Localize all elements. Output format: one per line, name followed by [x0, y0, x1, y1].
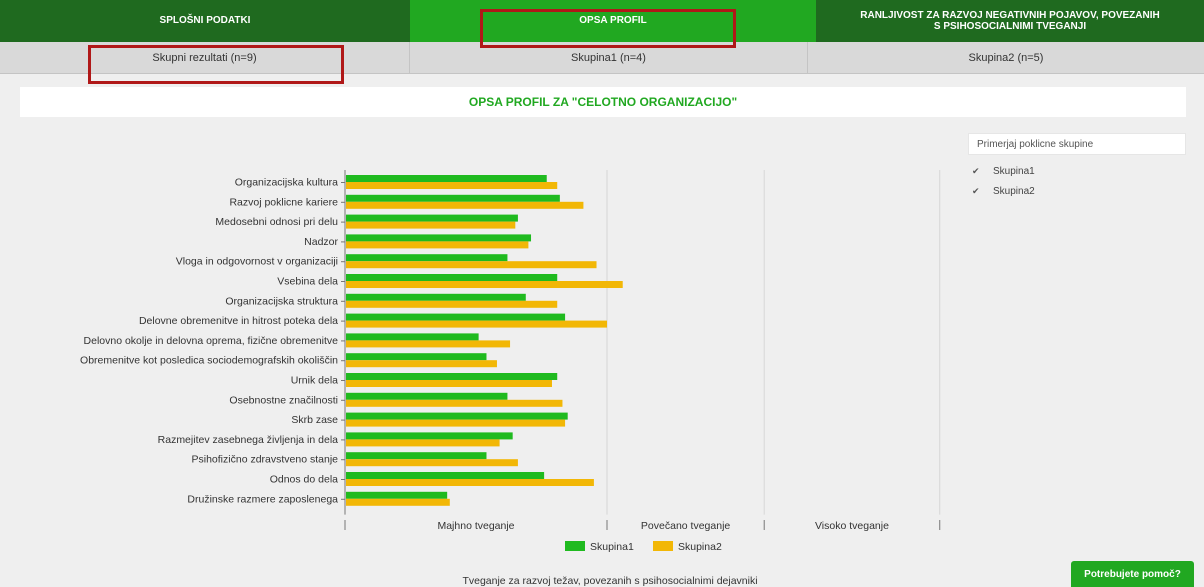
help-button[interactable]: Potrebujete pomoč? [1071, 561, 1194, 587]
bar-skupina2 [346, 261, 597, 269]
bar-skupina2 [346, 498, 450, 506]
category-label: Medosebni odnosi pri delu [215, 216, 338, 228]
tab-opsa-profil[interactable]: OPSA PROFIL [410, 0, 816, 42]
bar-skupina2 [346, 419, 566, 427]
checkmark-icon[interactable]: ✔ [972, 166, 984, 177]
category-label: Urnik dela [291, 375, 338, 387]
bar-skupina1 [346, 373, 558, 380]
category-label: Osebnostne značilnosti [229, 394, 338, 406]
category-label: Organizacijska struktura [225, 295, 338, 307]
bar-skupina1 [346, 274, 558, 281]
bar-skupina1 [346, 175, 547, 182]
bar-skupina2 [346, 320, 607, 328]
subtab-skupni-rezultati[interactable]: Skupni rezultati (n=9) [0, 42, 410, 74]
x-tick-label: Povečano tveganje [641, 520, 730, 532]
category-label: Delovno okolje in delovna oprema, fizičn… [84, 335, 339, 347]
x-tick-label: Majhno tveganje [437, 520, 514, 532]
filter-option-skupina2[interactable]: ✔ Skupina2 [972, 186, 1035, 197]
legend-swatch [653, 541, 673, 551]
legend-label: Skupina1 [590, 541, 634, 553]
bar-skupina2 [346, 182, 558, 189]
bar-skupina2 [346, 281, 623, 288]
category-label: Razvoj poklicne kariere [229, 196, 338, 208]
bar-skupina1 [346, 214, 518, 222]
bar-skupina2 [346, 221, 516, 229]
bar-skupina1 [346, 254, 508, 262]
category-label: Obremenitve kot posledica sociodemografs… [80, 355, 338, 367]
bar-skupina2 [346, 340, 511, 348]
tab-ranljivost[interactable]: RANLJIVOST ZA RAZVOJ NEGATIVNIH POJAVOV,… [816, 0, 1204, 42]
bar-skupina1 [346, 293, 526, 301]
bar-skupina2 [346, 360, 497, 368]
bar-skupina2 [346, 380, 552, 387]
category-label: Psihofizično zdravstveno stanje [192, 454, 339, 466]
checkmark-icon[interactable]: ✔ [972, 186, 984, 197]
category-label: Skrb zase [291, 414, 338, 426]
bar-skupina2 [346, 459, 518, 467]
bar-skupina2 [346, 479, 594, 486]
category-label: Delovne obremenitve in hitrost poteka de… [139, 315, 338, 327]
bar-skupina1 [346, 412, 568, 420]
bar-skupina1 [346, 472, 545, 479]
bar-skupina1 [346, 333, 479, 341]
filter-option-label: Skupina2 [993, 186, 1035, 197]
bar-skupina2 [346, 399, 563, 407]
category-label: Razmejitev zasebnega življenja in dela [158, 434, 339, 446]
bar-skupina1 [346, 432, 513, 440]
bar-skupina1 [346, 194, 560, 202]
bar-skupina2 [346, 439, 500, 447]
bar-skupina1 [346, 452, 487, 460]
bar-skupina1 [346, 491, 448, 499]
legend-swatch [565, 541, 585, 551]
top-tab-bar: SPLOŠNI PODATKI OPSA PROFIL RANLJIVOST Z… [0, 0, 1204, 42]
page-title: OPSA PROFIL ZA "CELOTNO ORGANIZACIJO" [20, 87, 1186, 117]
opsa-profile-chart: Organizacijska kultura Razvoj poklicne ka… [80, 170, 941, 587]
tab-splosni-podatki[interactable]: SPLOŠNI PODATKI [0, 0, 410, 42]
subtab-skupina2[interactable]: Skupina2 (n=5) [808, 42, 1204, 74]
compare-groups-select[interactable]: Primerjaj poklicne skupine [968, 133, 1186, 155]
bar-skupina1 [346, 234, 532, 242]
x-axis-title: Tveganje za razvoj težav, povezanih s ps… [462, 575, 757, 587]
filter-option-label: Skupina1 [993, 166, 1035, 177]
sub-tab-bar: Skupni rezultati (n=9) Skupina1 (n=4) Sk… [0, 42, 1204, 74]
bar-skupina2 [346, 300, 558, 308]
bar-skupina1 [346, 353, 487, 361]
bar-skupina2 [346, 241, 529, 249]
category-label: Vsebina dela [277, 276, 338, 288]
subtab-skupina1[interactable]: Skupina1 (n=4) [410, 42, 808, 74]
x-tick-label: Visoko tveganje [815, 520, 889, 532]
bar-skupina1 [346, 313, 566, 321]
bar-skupina2 [346, 201, 584, 209]
category-label: Vloga in odgovornost v organizaciji [176, 256, 338, 268]
category-label: Družinske razmere zaposlenega [187, 493, 338, 505]
category-label: Organizacijska kultura [235, 177, 338, 189]
filter-option-skupina1[interactable]: ✔ Skupina1 [972, 166, 1035, 177]
category-label: Nadzor [304, 236, 338, 248]
bar-skupina1 [346, 392, 508, 400]
legend-label: Skupina2 [678, 541, 722, 553]
category-label: Odnos do dela [270, 474, 338, 486]
